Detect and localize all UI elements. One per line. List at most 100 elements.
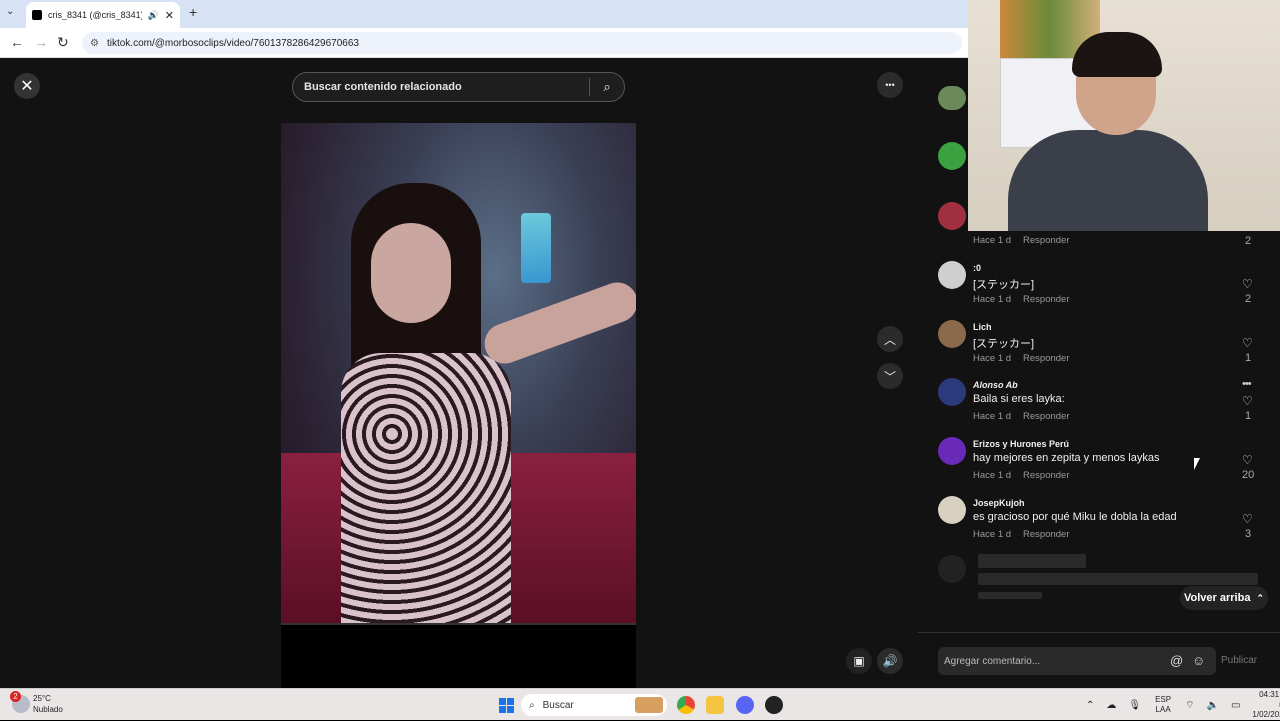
weather-desc: Nublado: [33, 705, 63, 714]
comment-input-placeholder: Agregar comentario...: [944, 655, 1041, 667]
video-player[interactable]: [281, 123, 636, 623]
related-search-bar[interactable]: Buscar contenido relacionado ⌕: [292, 72, 625, 102]
chrome-icon[interactable]: [677, 696, 695, 714]
weather-widget[interactable]: 2 25°C Nublado: [10, 691, 63, 715]
comment-more-icon[interactable]: •••: [1242, 378, 1252, 390]
previous-video-chevron-up-icon[interactable]: ︿: [877, 326, 903, 352]
reload-icon[interactable]: ↻: [57, 34, 69, 51]
more-options-button[interactable]: •••: [877, 72, 903, 98]
reply-button[interactable]: Responder: [1023, 470, 1069, 481]
loading-skeleton-line: [978, 554, 1086, 568]
loading-avatar-skeleton: [938, 555, 966, 583]
comment-username[interactable]: Lich: [973, 322, 992, 332]
next-video-chevron-down-icon[interactable]: ﹀: [877, 363, 903, 389]
comment-meta: Hace 1 d Responder: [973, 235, 1070, 246]
comment-username[interactable]: JosepKujoh: [973, 498, 1025, 508]
comment-avatar[interactable]: [938, 202, 966, 230]
comment-username[interactable]: Erizos y Hurones Perú: [973, 439, 1069, 449]
like-count: 20: [1242, 469, 1255, 481]
video-scene-light: [521, 213, 551, 283]
heart-icon[interactable]: ♡: [1242, 394, 1253, 408]
back-arrow-icon[interactable]: ←: [10, 34, 24, 50]
search-input[interactable]: Buscar contenido relacionado: [293, 81, 589, 93]
mention-icon[interactable]: @: [1170, 653, 1183, 668]
reply-button[interactable]: Responder: [1023, 353, 1069, 364]
comment-username[interactable]: Alonso Ab: [973, 380, 1018, 390]
heart-icon[interactable]: ♡: [1242, 453, 1253, 467]
tab-audio-icon[interactable]: 🔊: [148, 10, 159, 21]
browser-tab-bar: ⌄ cris_8341 (@cris_8341) | Tik 🔊 ✕ +: [0, 0, 968, 28]
chevron-up-icon[interactable]: ⌃: [1086, 700, 1094, 711]
reply-button[interactable]: Responder: [1023, 411, 1069, 422]
reply-button[interactable]: Responder: [1023, 294, 1069, 305]
comment-time: Hace 1 d: [973, 235, 1012, 246]
notification-badge: 2: [10, 691, 21, 702]
app-icon[interactable]: [765, 696, 783, 714]
comment-username[interactable]: :0: [973, 263, 981, 273]
comment-avatar[interactable]: [938, 378, 966, 406]
comment-compose-bar: Agregar comentario... @ ☺ Publicar: [918, 632, 1280, 688]
browser-tab[interactable]: cris_8341 (@cris_8341) | Tik 🔊 ✕: [26, 2, 180, 28]
language-indicator[interactable]: ESP LAA: [1155, 695, 1171, 715]
clock[interactable]: 04:31 p. m. 1/02/2026: [1252, 690, 1280, 720]
heart-icon[interactable]: ♡: [1242, 336, 1253, 350]
file-explorer-icon[interactable]: [706, 696, 724, 714]
comment-meta: Hace 1 d Responder: [973, 411, 1070, 422]
comment-avatar[interactable]: [938, 437, 966, 465]
like-count: 2: [1245, 293, 1252, 305]
comment-avatar[interactable]: [938, 320, 966, 348]
taskbar-search-label: Buscar: [542, 699, 574, 711]
battery-icon[interactable]: ▭: [1231, 700, 1240, 711]
back-to-top-button[interactable]: Volver arriba ⌃: [1180, 586, 1268, 610]
comment-avatar[interactable]: [938, 496, 966, 524]
comment-meta: Hace 1 d Responder: [973, 529, 1070, 540]
comment-avatar[interactable]: [938, 86, 966, 110]
comment-avatar[interactable]: [938, 261, 966, 289]
mouse-cursor-icon: [1194, 458, 1200, 470]
forward-arrow-icon[interactable]: →: [34, 34, 48, 50]
heart-icon[interactable]: ♡: [1242, 512, 1253, 526]
comment-text: [ステッカー]: [973, 279, 1035, 291]
windows-start-icon[interactable]: [499, 698, 514, 713]
miniplayer-icon[interactable]: ▣: [846, 648, 872, 674]
emoji-icon[interactable]: ☺: [1192, 653, 1205, 668]
search-icon[interactable]: ⌕: [590, 79, 624, 95]
reply-button[interactable]: Responder: [1023, 529, 1069, 540]
site-info-icon[interactable]: ⚙: [90, 38, 99, 49]
new-tab-button[interactable]: +: [189, 4, 197, 20]
microphone-icon[interactable]: 🎙: [1128, 700, 1141, 711]
comment-time: Hace 1 d: [973, 353, 1012, 364]
publish-button[interactable]: Publicar: [1221, 655, 1257, 666]
webcam-person-body: [1008, 130, 1208, 231]
like-count: 2: [1245, 235, 1252, 247]
url-field[interactable]: ⚙ tiktok.com/@morbosoclips/video/7601378…: [82, 32, 962, 54]
wifi-icon[interactable]: ⌔: [1185, 699, 1194, 712]
system-tray: ⌃ ☁ 🎙 ESP LAA ⌔ 🔈 ▭ 04:31 p. m. 1/02/202…: [1080, 689, 1280, 721]
discord-icon[interactable]: [736, 696, 754, 714]
clock-time: 04:31 p. m.: [1259, 690, 1280, 709]
comment-input[interactable]: Agregar comentario... @ ☺: [938, 647, 1216, 675]
comment-avatar[interactable]: [938, 142, 966, 170]
back-to-top-label: Volver arriba: [1184, 592, 1251, 604]
search-icon: ⌕: [529, 699, 535, 711]
volume-icon[interactable]: 🔊: [877, 648, 903, 674]
close-video-button[interactable]: ✕: [14, 73, 40, 99]
webcam-person-hair: [1072, 32, 1162, 77]
weather-text: 25°C Nublado: [33, 693, 63, 715]
comment-time: Hace 1 d: [973, 470, 1012, 481]
speaker-icon[interactable]: 🔈: [1207, 700, 1219, 711]
comment-text: hay mejores en zepita y menos laykas: [973, 452, 1160, 464]
comment-meta: Hace 1 d Responder: [973, 470, 1070, 481]
comment-text: Baila si eres layka:: [973, 393, 1065, 405]
tab-title: cris_8341 (@cris_8341) | Tik: [48, 10, 142, 20]
comment-time: Hace 1 d: [973, 529, 1012, 540]
tab-list-chevron-icon[interactable]: ⌄: [6, 6, 14, 17]
comment-meta: Hace 1 d Responder: [973, 294, 1070, 305]
reply-button[interactable]: Responder: [1023, 235, 1069, 246]
heart-icon[interactable]: ♡: [1242, 277, 1253, 291]
webcam-overlay: [968, 0, 1280, 231]
comment-text: es gracioso por qué Miku le dobla la eda…: [973, 511, 1177, 523]
tab-close-icon[interactable]: ✕: [165, 9, 174, 22]
taskbar-search[interactable]: ⌕ Buscar: [521, 694, 667, 716]
network-app-icon[interactable]: ☁: [1106, 700, 1116, 711]
